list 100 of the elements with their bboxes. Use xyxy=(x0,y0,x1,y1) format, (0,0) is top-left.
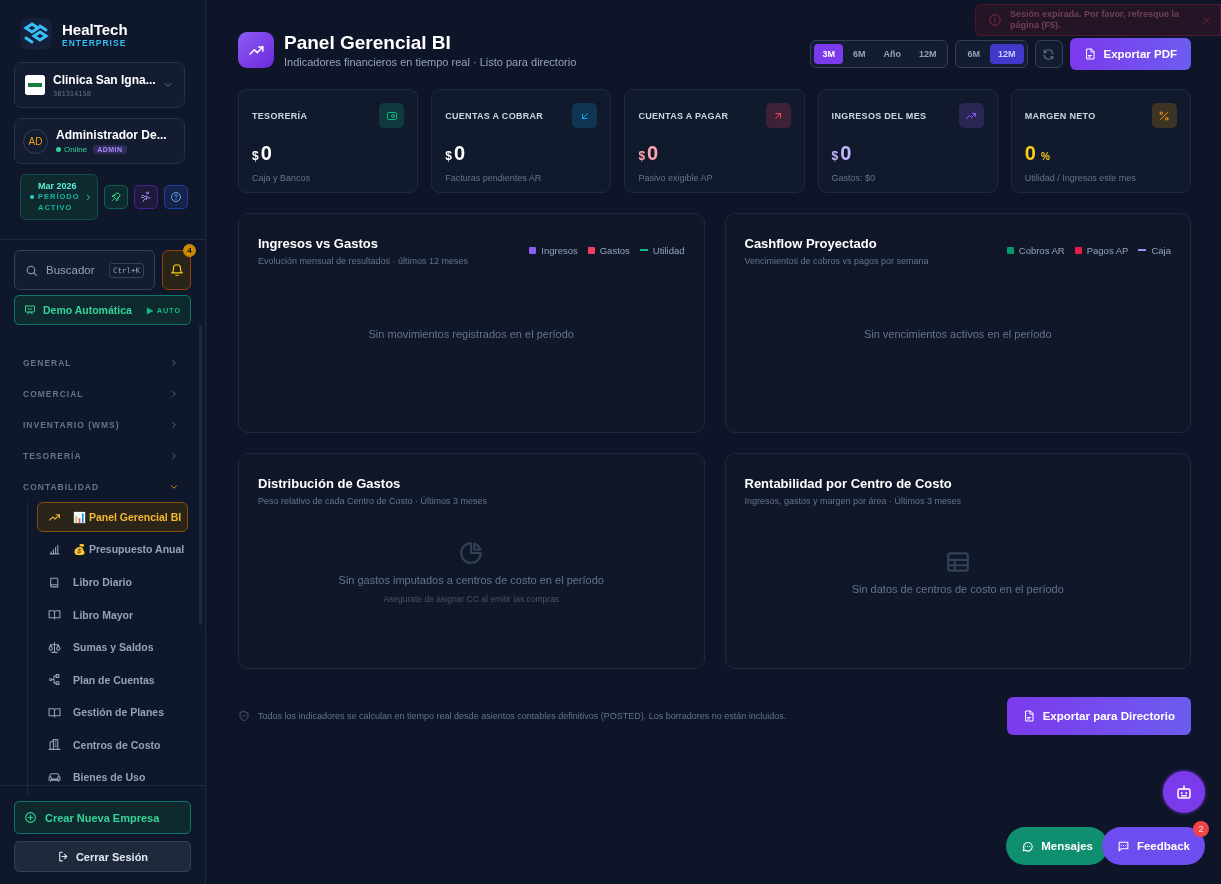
book-icon xyxy=(48,608,61,621)
export-directory-button[interactable]: Exportar para Directorio xyxy=(1006,697,1191,735)
nav-item[interactable]: Libro Diario xyxy=(37,567,188,597)
runner-icon xyxy=(139,191,152,203)
legend-label: Gastos xyxy=(599,244,630,256)
alert-icon xyxy=(988,13,1002,27)
chevron-right-icon xyxy=(169,419,179,430)
message-icon xyxy=(1116,839,1130,853)
user-name: Administrador De... xyxy=(56,128,168,142)
nav-item[interactable]: Plan de Cuentas xyxy=(37,664,188,695)
legend-label: Caja xyxy=(1151,244,1171,256)
kpi-label: CUENTAS A COBRAR xyxy=(445,111,544,121)
building-icon xyxy=(48,738,61,751)
kpi-note: Caja y Bancos xyxy=(252,173,312,183)
chart-title: Distribución de Gastos xyxy=(258,476,402,491)
assistant-button[interactable] xyxy=(1161,769,1207,815)
range-tab[interactable]: 3M xyxy=(814,44,843,64)
page-subtitle: Indicadores financieros en tiempo real · Listo para directorio xyxy=(284,56,577,68)
chevron-right-icon xyxy=(169,388,179,399)
chart-title: Ingresos vs Gastos xyxy=(258,236,379,251)
kpi-note: Pasivo exigible AP xyxy=(638,173,714,183)
document-icon xyxy=(1083,48,1096,60)
page-title: Panel Gerencial BI xyxy=(284,32,452,54)
status-label: Online xyxy=(56,145,88,154)
chart-title: Cashflow Proyectado xyxy=(744,236,878,251)
logout-icon xyxy=(56,850,70,863)
nav-section[interactable]: GENERAL xyxy=(0,347,205,378)
runner-button[interactable] xyxy=(133,185,158,209)
nav-item[interactable]: Sumas y Saldos xyxy=(37,632,188,662)
kpi-note: Facturas pendientes AR xyxy=(445,173,543,183)
footer-note: Todos los indicadores se calculan en tiempo real desde asientos contables definitivos (POSTED). Los borradores no están incluidos. xyxy=(258,711,787,721)
chart-subtitle: Peso relativo de cada Centro de Costo · Últimos 3 meses xyxy=(258,496,489,506)
empty-message: Sin vencimientos activos en el período xyxy=(863,328,1052,340)
kpi-label: INGRESOS DEL MES xyxy=(831,111,927,121)
kpi-value: $0 xyxy=(445,142,466,165)
nav-section[interactable]: COMERCIAL xyxy=(0,378,205,409)
empty-message: Sin movimientos registrados en el período xyxy=(368,328,574,340)
refresh-icon xyxy=(1042,47,1055,61)
bar-chart-icon xyxy=(48,543,61,556)
brand-name: HealTech xyxy=(62,20,129,38)
legend-label: Cobros AR xyxy=(1018,244,1065,256)
kpi-value: $0 xyxy=(252,142,273,165)
notifications-button[interactable] xyxy=(162,250,191,290)
bell-icon xyxy=(169,263,184,277)
nav-section[interactable]: CONTABILIDAD xyxy=(0,471,205,502)
kpi-note: Gastos: $0 xyxy=(831,173,877,183)
sofa-icon xyxy=(48,770,61,784)
chevron-right-icon xyxy=(169,357,179,368)
export-pdf-button[interactable]: Exportar PDF xyxy=(1069,38,1191,70)
kpi-label: MARGEN NETO xyxy=(1024,111,1096,121)
nav-section[interactable]: INVENTARIO (WMS) xyxy=(0,409,205,440)
kpi-value: $0 xyxy=(831,142,853,165)
range-tab[interactable]: 12M xyxy=(910,44,945,64)
robot-icon xyxy=(1175,783,1193,801)
safe-icon xyxy=(385,109,398,122)
empty-message: Sin gastos imputados a centros de costo en el período xyxy=(338,574,604,586)
document-icon xyxy=(1022,710,1035,722)
range-tab[interactable]: 6M xyxy=(844,44,874,64)
feedback-count: 2 xyxy=(1193,821,1209,837)
book-icon xyxy=(48,705,61,719)
nav-item[interactable]: 📊 Panel Gerencial BI xyxy=(37,502,188,532)
rocket-button[interactable] xyxy=(103,185,128,209)
pie-chart-icon xyxy=(458,540,485,566)
create-company-button[interactable]: Crear Nueva Empresa xyxy=(14,801,191,834)
nav-item[interactable]: 💰 Presupuesto Anual xyxy=(37,534,188,565)
table-icon xyxy=(944,549,971,575)
kpi-label: TESORERÍA xyxy=(252,111,308,121)
kpi-value: 0 % xyxy=(1024,142,1051,165)
scale-icon xyxy=(48,640,61,654)
presentation-icon xyxy=(24,304,36,316)
help-button[interactable] xyxy=(163,185,188,209)
empty-message: Sin datos de centros de costo en el período xyxy=(851,583,1064,595)
nav-section[interactable]: TESORERÍA xyxy=(0,440,205,471)
close-icon xyxy=(1201,14,1212,26)
nav-item[interactable]: Gestión de Planes xyxy=(37,697,188,727)
nav-item[interactable]: Libro Mayor xyxy=(37,599,188,630)
company-logo-icon xyxy=(25,75,45,95)
range-tab[interactable]: Año xyxy=(875,44,909,64)
nav-item[interactable]: Bienes de Uso xyxy=(37,762,188,792)
toast-message: Sesión expirada. Por favor, refresque la página (F5). xyxy=(1010,9,1181,31)
compare-tab[interactable]: 6M xyxy=(959,44,988,64)
percent-icon xyxy=(1158,109,1171,122)
legend-label: Utilidad xyxy=(652,244,685,256)
book-icon xyxy=(48,575,61,589)
rocket-icon xyxy=(109,191,122,203)
notification-count: 4 xyxy=(183,244,196,257)
kpi-note: Utilidad / Ingresos este mes xyxy=(1024,173,1137,183)
logout-button[interactable]: Cerrar Sesión xyxy=(14,841,191,872)
legend-label: Pagos AP xyxy=(1086,244,1129,256)
refresh-button[interactable] xyxy=(1034,40,1063,68)
nav-item[interactable]: Centros de Costo xyxy=(37,729,188,760)
chat-icon xyxy=(1021,839,1035,853)
edition-label: ENTERPRISE xyxy=(62,37,128,48)
chevron-right-icon xyxy=(169,450,179,461)
compare-tab[interactable]: 12M xyxy=(990,44,1024,64)
shield-icon xyxy=(238,710,250,722)
legend-label: Ingresos xyxy=(541,244,578,256)
chart-title: Rentabilidad por Centro de Costo xyxy=(744,476,953,491)
chart-subtitle: Evolución mensual de resultados · últimos 12 meses xyxy=(258,256,470,266)
plus-icon xyxy=(24,811,37,824)
